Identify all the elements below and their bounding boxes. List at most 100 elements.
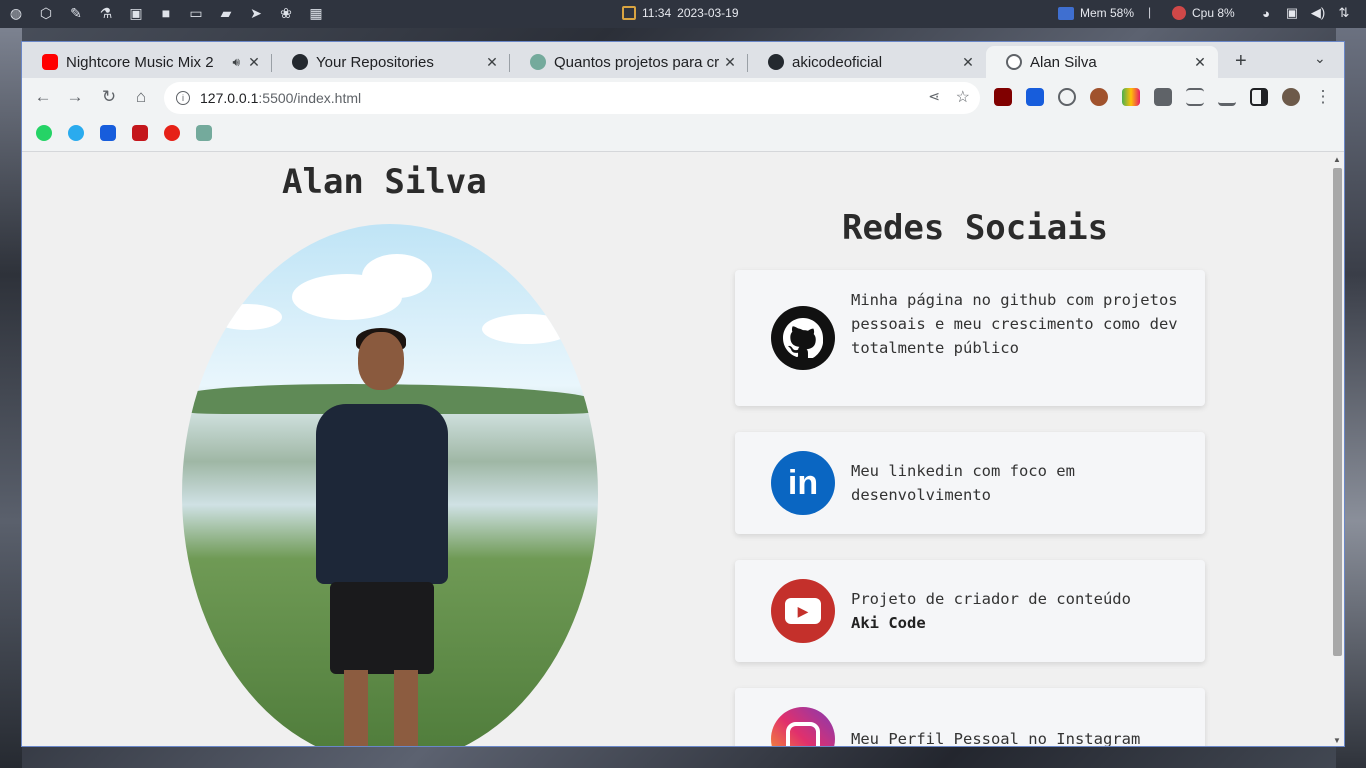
telegram-icon[interactable]: ➤ — [246, 3, 266, 23]
card-text-strong: Aki Code — [851, 614, 926, 632]
image-icon[interactable]: ▣ — [126, 3, 146, 23]
dropper-icon[interactable]: ✎ — [66, 3, 86, 23]
scrollbar-thumb[interactable] — [1333, 168, 1342, 656]
instagram-icon — [771, 707, 835, 746]
tab-title: Quantos projetos para cr — [554, 53, 720, 71]
photo-icon[interactable]: ▣ — [1284, 4, 1300, 22]
discord-icon[interactable]: ◕ — [1258, 4, 1274, 22]
ublock-icon[interactable] — [994, 88, 1012, 106]
close-icon[interactable]: ✕ — [1192, 54, 1208, 71]
memory-icon — [1058, 6, 1074, 20]
card-text: Projeto de criador de conteúdo Aki Code — [851, 587, 1185, 635]
address-bar[interactable]: i 127.0.0.1:5500/index.html ⋖ ☆ — [164, 82, 980, 114]
page-content: Alan Silva Redes Sociais Minha página no… — [22, 152, 1330, 747]
social-card-youtube[interactable]: ▶ Projeto de criador de conteúdo Aki Cod… — [735, 560, 1205, 662]
network-icon[interactable]: ⇅ — [1336, 4, 1352, 22]
tab-your-repositories[interactable]: Your Repositories ✕ — [272, 46, 510, 78]
tab-strip: Nightcore Music Mix 2 🔊︎ ✕ Your Reposito… — [22, 42, 1344, 78]
folder-icon[interactable]: ▰ — [216, 3, 236, 23]
section-title: Redes Sociais — [842, 208, 1109, 248]
bitwarden-icon[interactable] — [100, 125, 116, 141]
browser-window: Nightcore Music Mix 2 🔊︎ ✕ Your Reposito… — [21, 41, 1345, 747]
tab-title: Nightcore Music Mix 2 — [66, 53, 214, 71]
reload-button[interactable]: ↻ — [98, 86, 120, 108]
menu-icon[interactable]: ⋮ — [1312, 86, 1334, 108]
chatgpt-icon[interactable] — [196, 125, 212, 141]
forward-button[interactable]: → — [64, 86, 86, 108]
close-icon[interactable]: ✕ — [246, 54, 262, 71]
grid-icon[interactable]: ▦ — [306, 3, 326, 23]
tab-title: Alan Silva — [1030, 53, 1097, 71]
tab-nightcore[interactable]: Nightcore Music Mix 2 🔊︎ ✕ — [22, 46, 272, 78]
bookmark-cloud-icon[interactable] — [68, 125, 84, 141]
social-card-github[interactable]: Minha página no github com projetos pess… — [735, 270, 1205, 406]
cookie-icon[interactable] — [1090, 88, 1108, 106]
calendar-icon — [622, 6, 636, 20]
youtube-music-icon[interactable] — [164, 125, 180, 141]
cloud-icon[interactable] — [1058, 88, 1076, 106]
card-text: Minha página no github com projetos pess… — [851, 291, 1178, 357]
tab-title: akicodeoficial — [792, 53, 883, 71]
paw-icon[interactable]: ❀ — [276, 3, 296, 23]
scroll-down-icon[interactable]: ▼ — [1333, 736, 1341, 745]
panel-separator: | — [1148, 5, 1152, 19]
clock-date: 2023-03-19 — [677, 6, 739, 20]
github-icon — [771, 306, 835, 370]
card-text: Meu linkedin com foco em desenvolvimento — [851, 462, 1075, 504]
close-icon[interactable]: ✕ — [484, 54, 500, 71]
codepen-icon[interactable]: ⬡ — [36, 3, 56, 23]
profile-photo — [182, 224, 598, 746]
tab-alan-silva[interactable]: Alan Silva ✕ — [986, 46, 1218, 78]
tab-quantos-projetos[interactable]: Quantos projetos para cr ✕ — [510, 46, 748, 78]
new-tab-button[interactable]: + — [1235, 50, 1247, 73]
cpu-monitor[interactable]: Cpu 8% — [1172, 6, 1235, 20]
globe-icon[interactable]: ◍ — [6, 3, 26, 23]
clock[interactable]: 11:34 2023-03-19 — [622, 6, 739, 20]
social-card-linkedin[interactable]: in Meu linkedin com foco em desenvolvime… — [735, 432, 1205, 534]
globe-icon — [1006, 54, 1022, 70]
avatar[interactable] — [1282, 88, 1300, 106]
youtube-icon: ▶ — [771, 579, 835, 643]
download-icon[interactable] — [1218, 88, 1236, 106]
scrollbar[interactable]: ▲ ▼ — [1330, 152, 1344, 746]
card-text-main: Projeto de criador de conteúdo — [851, 590, 1131, 608]
github-icon — [292, 54, 308, 70]
flask-icon[interactable]: ⚗ — [96, 3, 116, 23]
toolbar: ← → ↻ ⌂ i 127.0.0.1:5500/index.html ⋖ ☆ … — [22, 78, 1344, 116]
colorzilla-icon[interactable] — [1122, 88, 1140, 106]
notion-icon[interactable] — [132, 125, 148, 141]
memory-label: Mem 58% — [1080, 6, 1135, 20]
url-host: 127.0.0.1 — [200, 90, 259, 106]
github-icon — [768, 54, 784, 70]
home-button[interactable]: ⌂ — [130, 86, 152, 108]
share-icon[interactable]: ⋖ — [928, 88, 940, 105]
info-icon[interactable]: i — [176, 91, 190, 105]
whatsapp-icon[interactable] — [36, 125, 52, 141]
side-panel-icon[interactable] — [1250, 88, 1268, 106]
top-panel: ◍ ⬡ ✎ ⚗ ▣ ■ ▭ ▰ ➤ ❀ ▦ 11:34 2023-03-19 M… — [0, 0, 1366, 28]
card-text: Meu Perfil Pessoal no Instagram — [851, 730, 1141, 747]
bookmark-star-icon[interactable]: ☆ — [956, 87, 970, 107]
video-icon[interactable]: ■ — [156, 3, 176, 23]
memory-monitor[interactable]: Mem 58% — [1058, 6, 1134, 20]
scroll-up-icon[interactable]: ▲ — [1333, 155, 1341, 164]
bitwarden-icon[interactable] — [1026, 88, 1044, 106]
media-control-icon[interactable] — [1186, 88, 1204, 106]
volume-icon[interactable]: ◀) — [1310, 4, 1326, 22]
system-tray: ◕ ▣ ◀) ⇅ — [1258, 4, 1352, 22]
back-button[interactable]: ← — [32, 86, 54, 108]
speaker-icon[interactable]: 🔊︎ — [232, 55, 240, 70]
tab-title: Your Repositories — [316, 53, 434, 71]
tab-search-button[interactable]: ⌄ — [1314, 50, 1326, 67]
tab-akicodeoficial[interactable]: akicodeoficial ✕ — [748, 46, 986, 78]
cpu-label: Cpu 8% — [1192, 6, 1235, 20]
linkedin-icon: in — [771, 451, 835, 515]
laptop-icon[interactable]: ▭ — [186, 3, 206, 23]
close-icon[interactable]: ✕ — [722, 54, 738, 71]
puzzle-icon[interactable] — [1154, 88, 1172, 106]
url-path: :5500/index.html — [258, 90, 362, 106]
cpu-icon — [1172, 6, 1186, 20]
social-card-instagram[interactable]: Meu Perfil Pessoal no Instagram — [735, 688, 1205, 747]
chatgpt-icon — [530, 54, 546, 70]
close-icon[interactable]: ✕ — [960, 54, 976, 71]
